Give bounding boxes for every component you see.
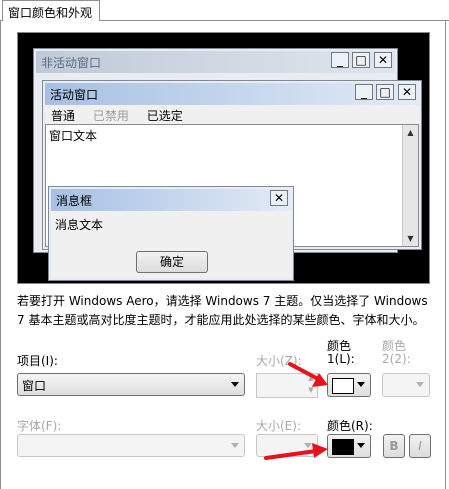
font-color-swatch xyxy=(332,439,354,455)
annotation-arrow-icon xyxy=(288,362,328,387)
minimize-icon: _ xyxy=(331,52,349,68)
chevron-down-icon xyxy=(357,382,365,387)
appearance-preview[interactable]: 非活动窗口 _ □ ✕ 活动窗口 _ □ ✕ 普通 已禁用 已选定 窗口文本 ▲… xyxy=(17,32,430,284)
tab-window-color-appearance[interactable]: 窗口颜色和外观 xyxy=(2,0,100,21)
scroll-down-icon: ▼ xyxy=(407,234,414,243)
color1-swatch xyxy=(332,378,354,394)
description-text: 若要打开 Windows Aero，请选择 Windows 7 主题。仅当选择了… xyxy=(17,294,428,327)
font-color-label: 颜色(R): xyxy=(327,419,373,433)
font-select[interactable] xyxy=(17,434,245,457)
item-label: 项目(I): xyxy=(17,354,58,368)
close-icon: ✕ xyxy=(270,190,288,206)
font-color-picker[interactable] xyxy=(327,434,371,458)
message-box-title: 消息框 xyxy=(56,194,93,208)
color1-picker[interactable] xyxy=(327,373,371,397)
chevron-down-icon xyxy=(357,443,365,448)
active-window-title: 活动窗口 xyxy=(50,88,99,102)
annotation-arrow-icon xyxy=(264,443,328,460)
maximize-icon: □ xyxy=(352,52,370,68)
color2-label-bottom: 2(2): xyxy=(382,352,411,366)
font-label: 字体(F): xyxy=(17,419,62,433)
italic-button[interactable]: I xyxy=(409,434,431,458)
message-box: 消息框 ✕ 消息文本 确定 xyxy=(48,186,294,281)
chevron-down-icon xyxy=(231,382,239,387)
window-text: 窗口文本 xyxy=(49,129,98,143)
menu-item-normal[interactable]: 普通 xyxy=(51,109,75,123)
item-select[interactable]: 窗口 xyxy=(17,373,245,396)
item-select-value: 窗口 xyxy=(22,379,47,393)
scroll-up-icon: ▲ xyxy=(407,128,414,137)
chevron-down-icon xyxy=(416,382,424,387)
message-text: 消息文本 xyxy=(55,218,104,232)
message-box-titlebar: 消息框 xyxy=(51,189,291,211)
color2-picker[interactable] xyxy=(382,373,430,397)
minimize-icon: _ xyxy=(355,84,373,100)
vertical-scrollbar[interactable]: ▲ ▼ xyxy=(402,125,418,246)
menu-item-selected[interactable]: 已选定 xyxy=(147,109,183,123)
inactive-window-title: 非活动窗口 xyxy=(41,56,102,70)
bold-button[interactable]: B xyxy=(383,434,405,458)
close-icon: ✕ xyxy=(374,52,392,68)
message-box-body: 消息文本 确定 xyxy=(51,211,291,278)
active-window-menubar: 普通 已禁用 已选定 xyxy=(45,105,419,124)
maximize-icon: □ xyxy=(376,84,394,100)
ok-button[interactable]: 确定 xyxy=(136,251,208,273)
menu-item-disabled[interactable]: 已禁用 xyxy=(93,109,129,123)
close-icon: ✕ xyxy=(398,84,416,100)
size2-label: 大小(E): xyxy=(256,419,301,433)
tab-label: 窗口颜色和外观 xyxy=(8,6,93,20)
chevron-down-icon xyxy=(231,443,239,448)
